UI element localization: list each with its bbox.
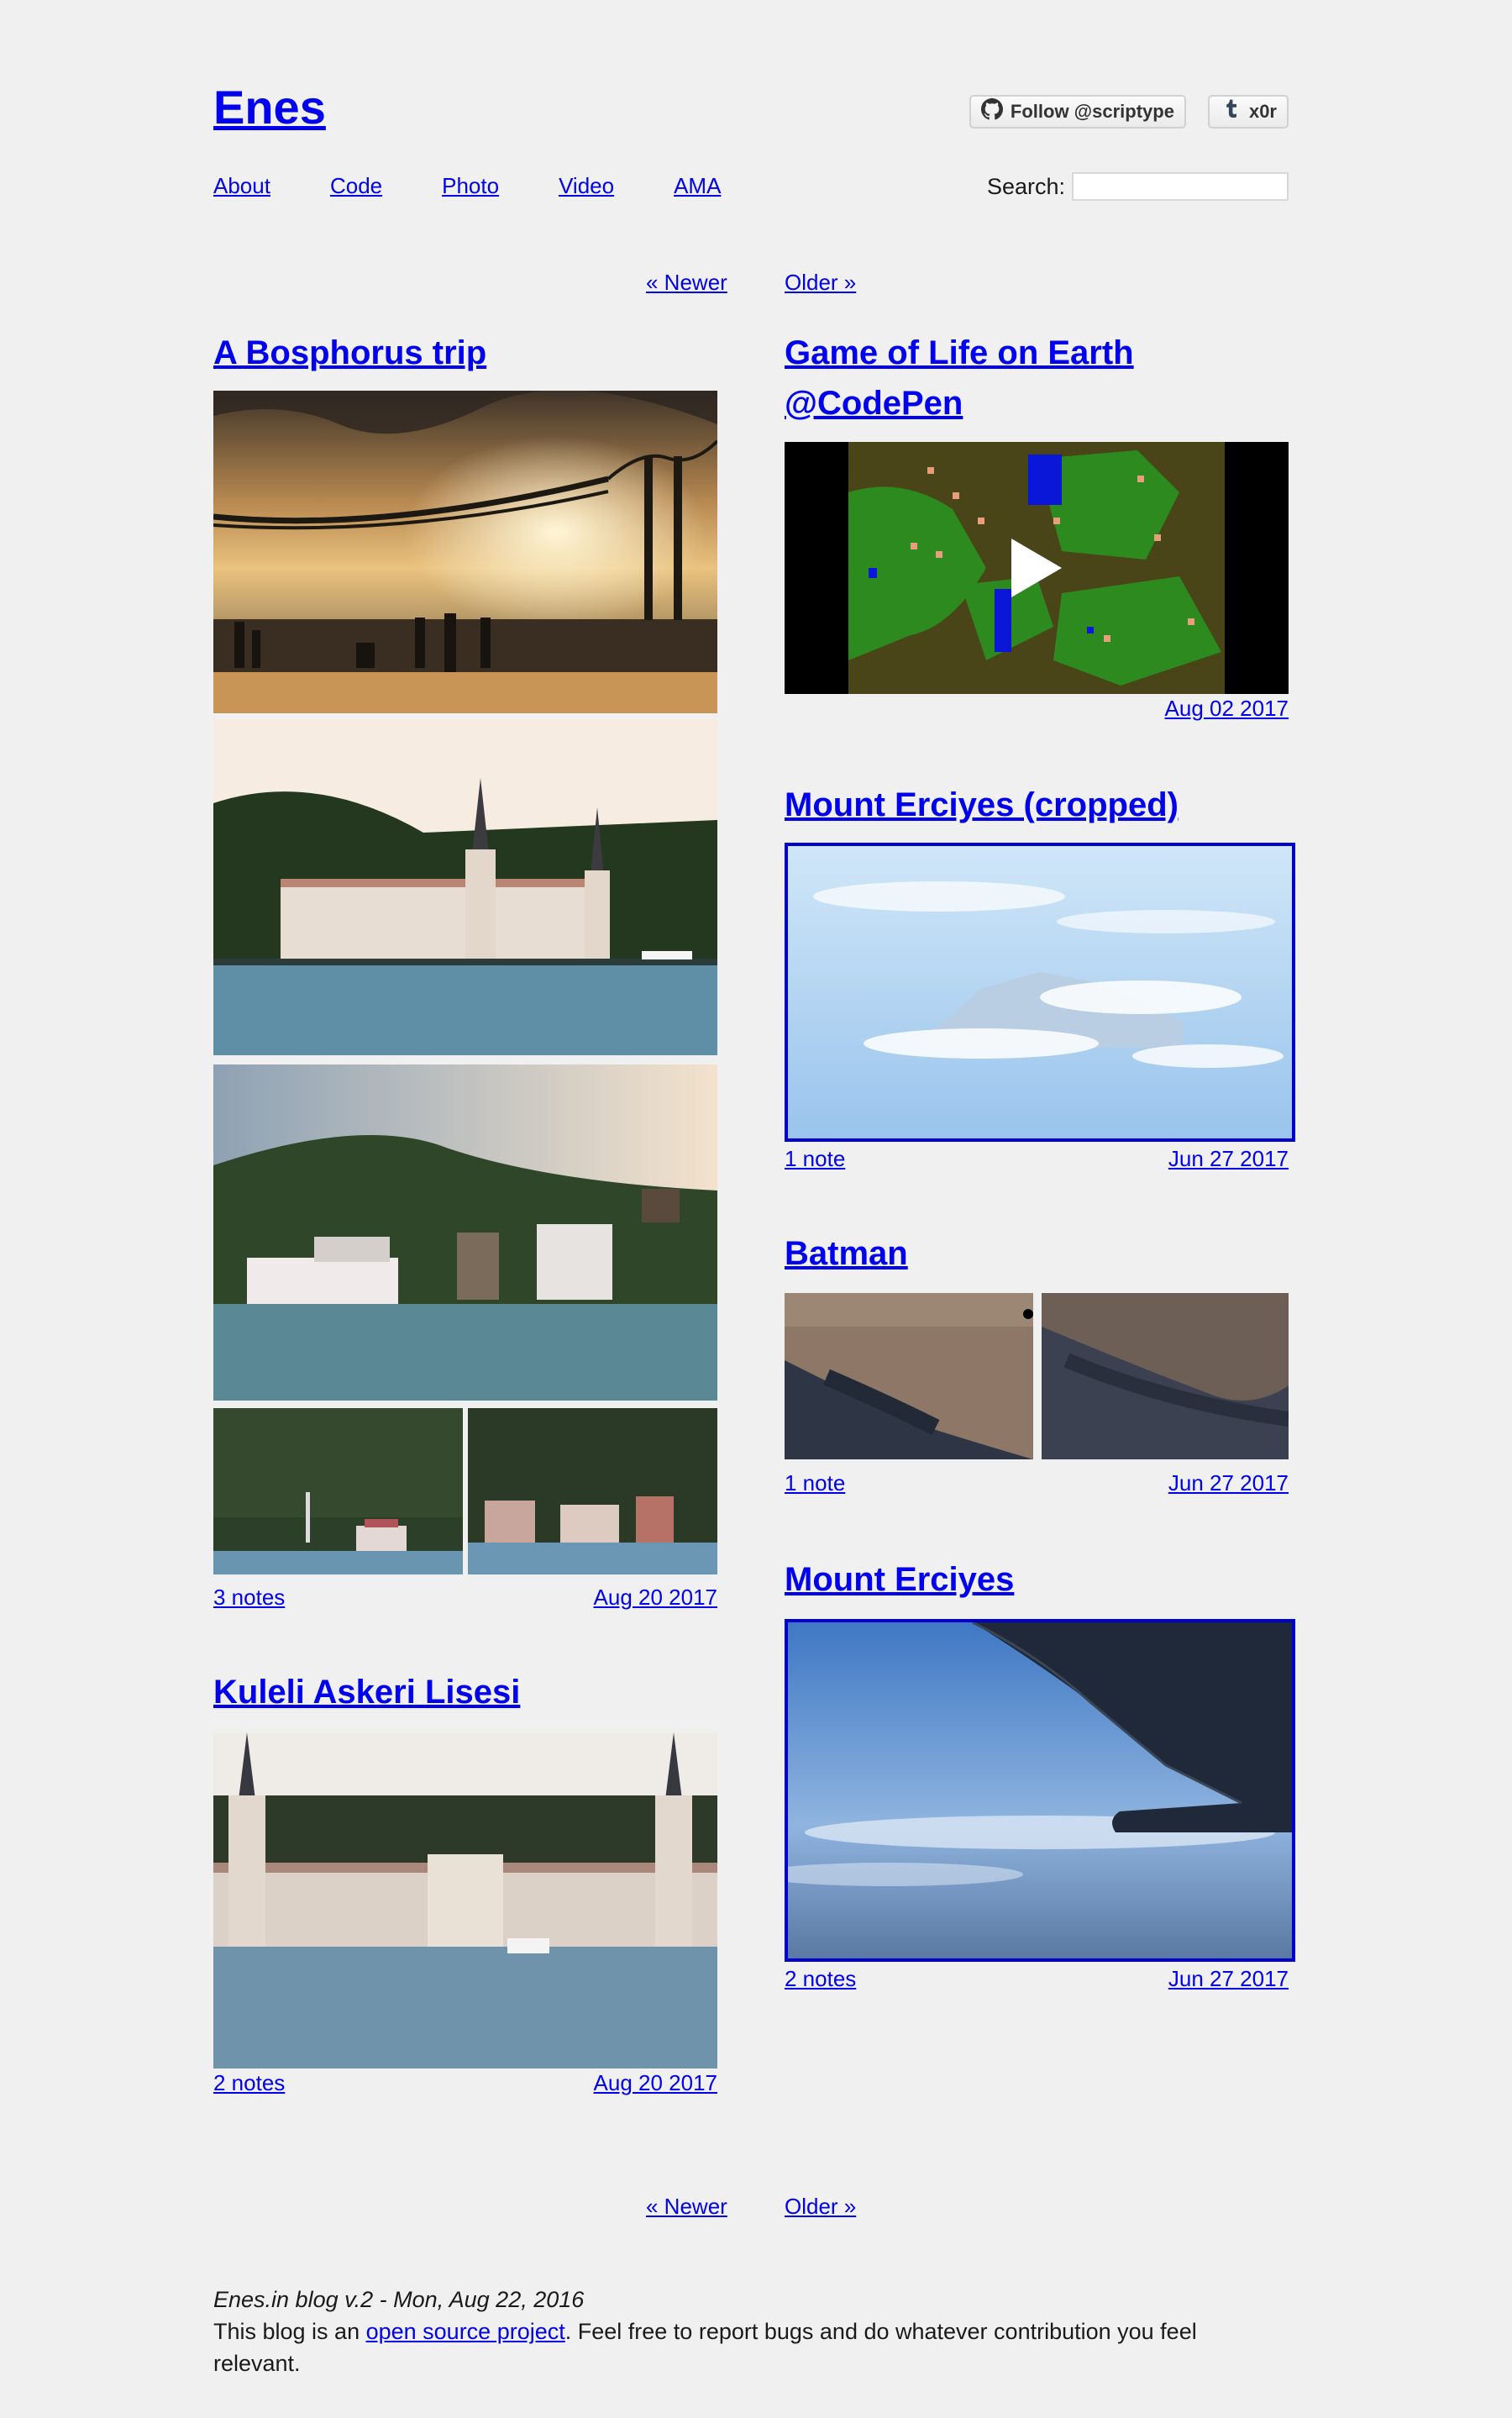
nav-item-photo[interactable]: Photo <box>442 173 499 199</box>
post-title-link[interactable]: Mount Erciyes (cropped) <box>785 786 1179 823</box>
post-meta: 2 notes Jun 27 2017 <box>785 1966 1289 1991</box>
github-follow-button[interactable]: Follow @scriptype <box>969 95 1186 129</box>
footer: Enes.in blog v.2 - Mon, Aug 22, 2016 Thi… <box>213 2284 1289 2379</box>
post-notes-link[interactable]: 1 note <box>785 1470 845 1495</box>
post-notes-link[interactable]: 1 note <box>785 1146 845 1171</box>
post-title-line2: @CodePen <box>785 385 963 422</box>
photo-batman-aerial-left[interactable] <box>785 1293 1033 1459</box>
photo-batman-aerial-right[interactable] <box>1042 1293 1289 1459</box>
post-date-link[interactable]: Jun 27 2017 <box>1168 1966 1289 1991</box>
site-title-link[interactable]: Enes <box>213 84 326 131</box>
photo-erciyes-cropped[interactable] <box>785 843 1295 1142</box>
github-follow-label: Follow @scriptype <box>1010 101 1174 122</box>
github-icon <box>980 98 1003 125</box>
post-date-link[interactable]: Aug 20 2017 <box>594 1585 717 1610</box>
photo-kuleli-facade[interactable] <box>213 1732 717 2068</box>
tumblr-icon <box>1220 98 1242 125</box>
newer-link[interactable]: « Newer <box>646 270 727 296</box>
social-buttons: Follow @scriptype x0r <box>969 95 1289 129</box>
footer-version: Enes.in blog v.2 - Mon, Aug 22, 2016 <box>213 2287 585 2312</box>
photo-erciyes-wing[interactable] <box>785 1619 1295 1962</box>
photo-bosphorus-village[interactable] <box>213 1064 717 1401</box>
search-label: Search: <box>986 173 1065 199</box>
photo-kuleli-wide[interactable] <box>213 719 717 1055</box>
older-link[interactable]: Older » <box>785 2194 856 2220</box>
post-kuleli-askeri-lisesi: Kuleli Askeri Lisesi 2 notes Aug 20 2017 <box>213 1667 717 2095</box>
post-meta: 1 note Jun 27 2017 <box>785 1470 1289 1495</box>
photo-shore-left[interactable] <box>213 1408 463 1574</box>
post-meta: 1 note Jun 27 2017 <box>785 1146 1289 1171</box>
tumblr-follow-label: x0r <box>1248 101 1277 122</box>
footer-text-before: This blog is an <box>213 2319 366 2344</box>
photo-shore-right[interactable] <box>468 1408 717 1574</box>
post-game-of-life: Game of Life on Earth @CodePen Aug 02 20… <box>785 328 1289 721</box>
post-title-link[interactable]: A Bosphorus trip <box>213 334 486 371</box>
post-meta: 3 notes Aug 20 2017 <box>213 1585 717 1610</box>
search-box: Search: <box>987 172 1289 201</box>
post-meta: 2 notes Aug 20 2017 <box>213 2070 717 2095</box>
search-input[interactable] <box>1072 172 1289 201</box>
nav-item-about[interactable]: About <box>213 173 270 199</box>
post-title-link[interactable]: Mount Erciyes <box>785 1561 1014 1598</box>
tumblr-follow-button[interactable]: x0r <box>1207 95 1289 129</box>
post-title-link[interactable]: Kuleli Askeri Lisesi <box>213 1674 520 1711</box>
newer-link[interactable]: « Newer <box>646 2194 727 2220</box>
post-date-link[interactable]: Jun 27 2017 <box>1168 1146 1289 1171</box>
post-mount-erciyes: Mount Erciyes 2 notes Jun 27 2017 <box>785 1554 1295 1991</box>
nav-item-video[interactable]: Video <box>559 173 614 199</box>
post-bosphorus-trip: A Bosphorus trip 3 notes Aug 20 2017 <box>213 328 717 1610</box>
nav-item-code[interactable]: Code <box>330 173 382 199</box>
post-title-link[interactable]: Game of Life on Earth @CodePen <box>785 334 1134 422</box>
older-link[interactable]: Older » <box>785 270 856 296</box>
post-notes-link[interactable]: 3 notes <box>213 1585 285 1610</box>
post-date-link[interactable]: Aug 20 2017 <box>594 2070 717 2095</box>
open-source-link[interactable]: open source project <box>366 2319 565 2344</box>
photo-bridge-sunset[interactable] <box>213 391 717 713</box>
post-meta: Aug 02 2017 <box>785 696 1289 721</box>
post-date-link[interactable]: Aug 02 2017 <box>1165 696 1289 721</box>
post-date-link[interactable]: Jun 27 2017 <box>1168 1470 1289 1495</box>
post-title-line1: Game of Life on Earth <box>785 334 1134 371</box>
post-notes-link[interactable]: 2 notes <box>213 2070 285 2095</box>
main-nav: About Code Photo Video AMA <box>213 173 721 199</box>
post-notes-link[interactable]: 2 notes <box>785 1966 856 1991</box>
video-player[interactable] <box>785 442 1289 694</box>
post-title-link[interactable]: Batman <box>785 1235 908 1272</box>
nav-item-ama[interactable]: AMA <box>674 173 721 199</box>
post-batman: Batman 1 note Jun 27 2017 <box>785 1228 1289 1495</box>
footer-text: This blog is an open source project. Fee… <box>213 2315 1289 2379</box>
post-mount-erciyes-cropped: Mount Erciyes (cropped) 1 note Jun 27 20… <box>785 780 1295 1171</box>
